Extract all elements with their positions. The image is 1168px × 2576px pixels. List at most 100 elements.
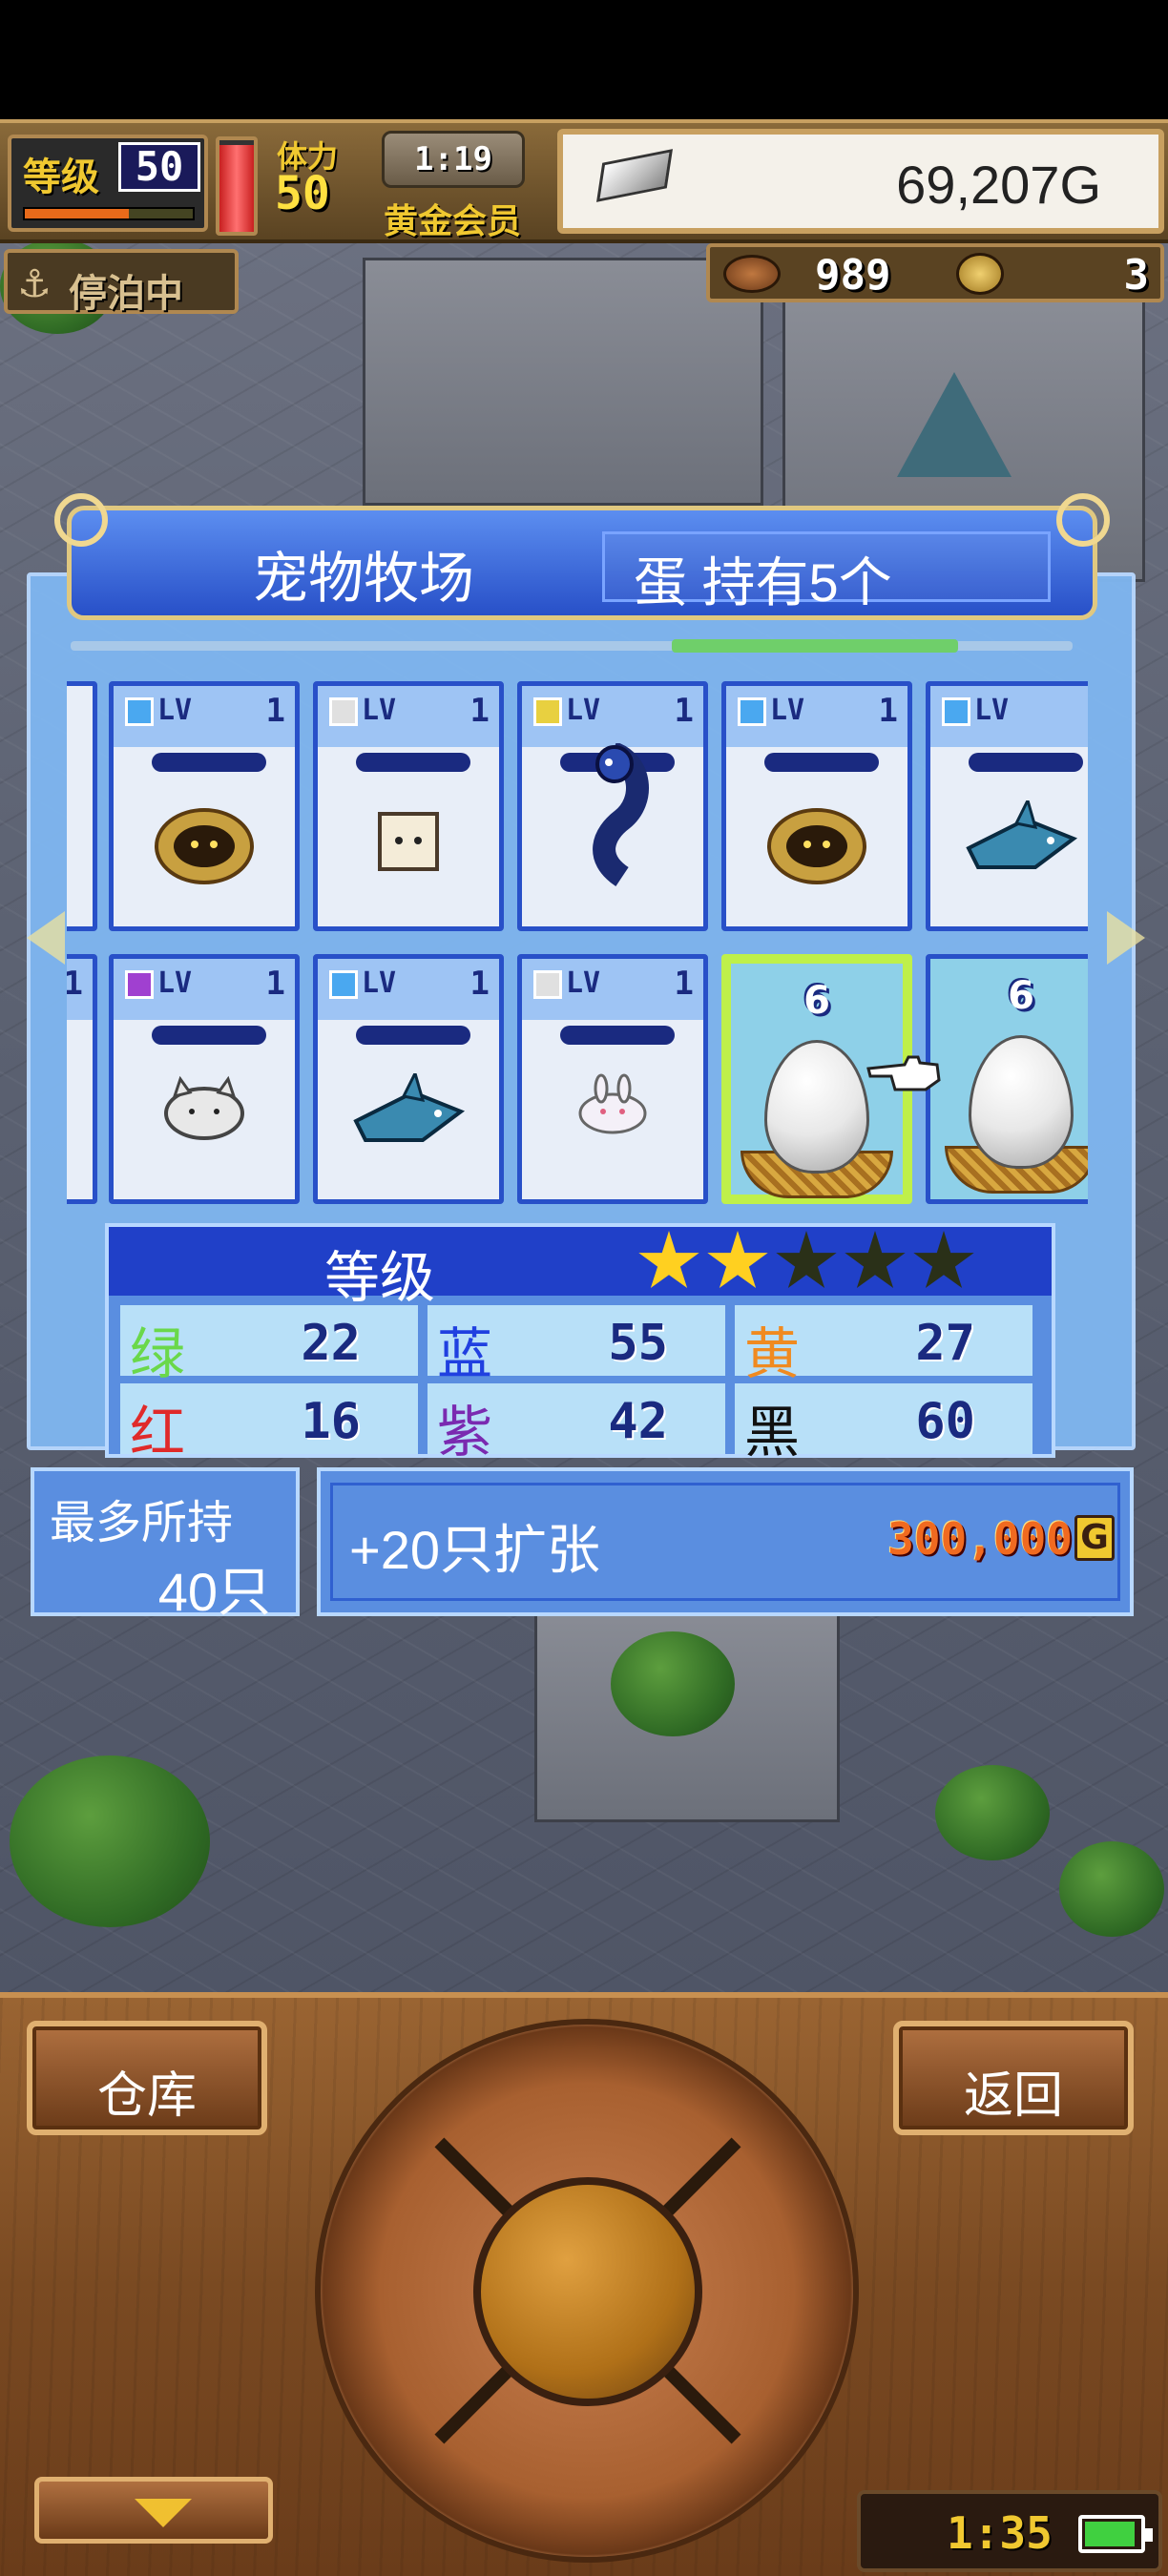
pet-level: 1 bbox=[265, 965, 285, 1003]
pet-level: 1 bbox=[469, 692, 490, 730]
expand-price: 300,000 bbox=[887, 1513, 1073, 1565]
stat-cell: 红 16 bbox=[120, 1383, 418, 1464]
pet-hp-bar bbox=[764, 753, 879, 772]
exp-bar-fill bbox=[25, 209, 130, 218]
back-button[interactable]: 返回 bbox=[893, 2021, 1134, 2135]
pet-card[interactable]: LV 1 bbox=[109, 681, 300, 931]
medal-count: 3 bbox=[1123, 251, 1150, 300]
stat-value: 55 bbox=[608, 1315, 668, 1372]
chevron-down-icon bbox=[135, 2499, 192, 2527]
pet-hp-bar bbox=[152, 1026, 266, 1045]
corner-ornament bbox=[1056, 493, 1110, 547]
pet-card[interactable]: LV 1 bbox=[721, 681, 912, 931]
warehouse-button[interactable]: 仓库 bbox=[27, 2021, 267, 2135]
pet-card[interactable]: LV 1 bbox=[313, 681, 504, 931]
hp-bar-fill bbox=[219, 144, 254, 232]
time-text: 1:35 bbox=[947, 2507, 1053, 2559]
yellow-gem-icon bbox=[533, 697, 562, 726]
cat-pet-icon bbox=[161, 1073, 247, 1144]
pet-card[interactable]: LV 1 bbox=[109, 954, 300, 1204]
stat-color-name: 红 bbox=[130, 1402, 186, 1464]
white-gem-icon bbox=[329, 697, 358, 726]
directional-pad[interactable] bbox=[315, 2019, 859, 2563]
clam-pet-icon bbox=[152, 800, 257, 890]
level-label: 等级 bbox=[23, 156, 99, 199]
menu-down-button[interactable] bbox=[34, 2477, 273, 2544]
page-right-arrow[interactable] bbox=[1107, 911, 1145, 965]
pet-level: 1 bbox=[674, 692, 694, 730]
shark-pet-icon bbox=[959, 796, 1083, 890]
pet-card[interactable]: LV 1 bbox=[517, 681, 708, 931]
player-level-box: 等级 50 bbox=[8, 135, 208, 232]
pet-card[interactable]: LV 1 bbox=[517, 954, 708, 1204]
battery-icon bbox=[1078, 2515, 1153, 2553]
sub-hud: ⚓ 停泊中 989 3 bbox=[0, 243, 1168, 320]
clam-pet-icon bbox=[764, 800, 869, 890]
scrollbar-thumb[interactable] bbox=[672, 639, 958, 653]
time-display: 1:35 bbox=[857, 2490, 1162, 2572]
stat-cell: 黑 60 bbox=[735, 1383, 1032, 1464]
stat-cell: 紫 42 bbox=[428, 1383, 725, 1464]
gold-currency-icon: G bbox=[1074, 1515, 1115, 1561]
docked-label: 停泊中 bbox=[69, 272, 183, 316]
dpad-center-button[interactable] bbox=[473, 2177, 702, 2406]
hand-pointer-icon bbox=[866, 1055, 941, 1091]
pet-level: 1 bbox=[674, 965, 694, 1003]
stat-color-name: 黄 bbox=[744, 1323, 801, 1385]
pet-card[interactable]: LV bbox=[926, 681, 1088, 931]
pet-grid: LV 1 LV 1 LV 1 LV 1 LV LV 1 LV 1 LV 1 6 6 1 bbox=[67, 675, 1088, 1206]
top-hud: 等级 50 体力 50 1:19 黄金会员 69,207G bbox=[0, 119, 1168, 243]
pet-card-partial[interactable]: 1 bbox=[67, 954, 97, 1204]
capacity-value: 40只 bbox=[157, 1562, 271, 1622]
blue-gem-icon bbox=[125, 697, 154, 726]
pet-card[interactable]: LV 1 bbox=[313, 954, 504, 1204]
lv-label: LV bbox=[566, 694, 601, 727]
dragon-pet-icon bbox=[555, 741, 670, 890]
star-empty-icon bbox=[913, 1231, 974, 1289]
stamina-value: 50 bbox=[275, 167, 330, 220]
pet-level-stats: 等级 绿 22 蓝 55 黄 27 红 16 紫 42 黑 60 bbox=[105, 1223, 1055, 1464]
warehouse-button-label: 仓库 bbox=[96, 2068, 197, 2124]
egg-hatch-counter: 6 bbox=[803, 979, 830, 1023]
pet-level: 1 bbox=[469, 965, 490, 1003]
egg-hatch-counter: 6 bbox=[1008, 974, 1034, 1018]
stat-value: 22 bbox=[301, 1315, 361, 1372]
pet-hp-bar bbox=[560, 1026, 675, 1045]
blue-gem-icon bbox=[942, 697, 970, 726]
pet-card-partial[interactable] bbox=[67, 681, 97, 931]
stat-color-name: 紫 bbox=[437, 1402, 493, 1464]
blue-gem-icon bbox=[738, 697, 766, 726]
stat-color-name: 绿 bbox=[130, 1323, 186, 1385]
egg-icon bbox=[969, 1035, 1074, 1169]
page-left-arrow[interactable] bbox=[27, 911, 65, 965]
star-filled-icon bbox=[707, 1231, 768, 1289]
lv-label: LV bbox=[362, 966, 397, 1000]
white-gem-icon bbox=[533, 970, 562, 999]
lv-label: LV bbox=[157, 694, 193, 727]
pet-hp-bar bbox=[152, 753, 266, 772]
blue-gem-icon bbox=[329, 970, 358, 999]
lv-label: LV bbox=[770, 694, 805, 727]
egg-card[interactable]: 6 bbox=[926, 954, 1088, 1204]
egg-count-box: 蛋 持有5个 bbox=[602, 531, 1051, 613]
exp-bar bbox=[23, 207, 195, 220]
expand-capacity-button[interactable]: +20只扩张 300,000 G bbox=[317, 1467, 1134, 1616]
stat-value: 60 bbox=[915, 1393, 975, 1450]
stats-title: 等级 bbox=[324, 1247, 436, 1309]
star-empty-icon bbox=[845, 1231, 906, 1289]
resource-box: 989 3 bbox=[706, 243, 1164, 302]
corner-ornament bbox=[54, 493, 108, 547]
egg-count-text: 蛋 持有5个 bbox=[634, 552, 892, 613]
pet-level: 1 bbox=[265, 692, 285, 730]
list-scrollbar[interactable] bbox=[71, 639, 1073, 653]
panel-title-bar: 宠物牧场 蛋 持有5个 bbox=[54, 493, 1110, 620]
pet-hp-bar bbox=[969, 753, 1083, 772]
stat-value: 42 bbox=[608, 1393, 668, 1450]
lv-label: LV bbox=[362, 694, 397, 727]
lv-label: LV bbox=[974, 694, 1010, 727]
star-filled-icon bbox=[638, 1231, 699, 1289]
stat-color-name: 黑 bbox=[744, 1402, 801, 1464]
lv-label: LV bbox=[157, 966, 193, 1000]
food-count: 989 bbox=[815, 251, 891, 300]
gold-amount: 69,207G bbox=[896, 155, 1101, 215]
